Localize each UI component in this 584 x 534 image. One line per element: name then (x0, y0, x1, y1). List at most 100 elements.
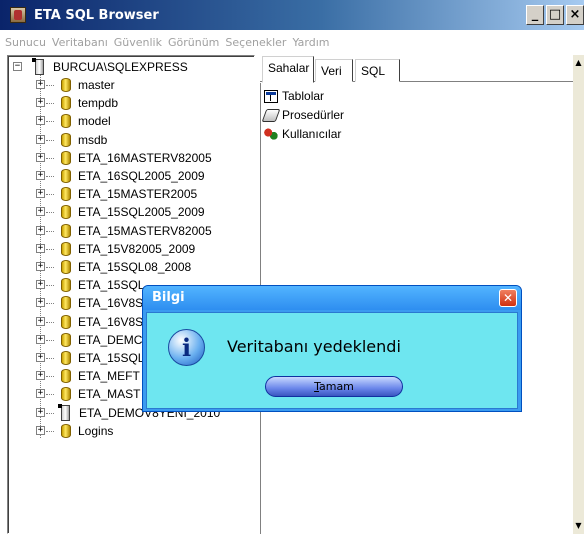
expand-icon[interactable]: + (36, 425, 45, 435)
tree-item[interactable]: + ETA_16V8S (33, 294, 143, 312)
tree-item-label: ETA_16V8S (78, 314, 144, 329)
database-icon (61, 278, 71, 293)
dialog-close-button[interactable]: ✕ (499, 289, 517, 307)
tree-item[interactable]: + ETA_15MASTERV82005 (33, 222, 212, 240)
expand-icon[interactable]: + (36, 171, 45, 180)
expand-icon[interactable]: + (36, 389, 45, 399)
server-icon (58, 403, 70, 421)
tree-item-label: Logins (78, 423, 114, 438)
maximize-button[interactable]: □ (546, 5, 564, 25)
tree-item-label: ETA_16V8S (78, 296, 144, 311)
database-icon (61, 187, 71, 202)
tree-item[interactable]: + msdb (33, 131, 107, 149)
pane-item-tablolar[interactable]: Tablolar (264, 87, 324, 105)
tree-item-label: msdb (78, 132, 108, 147)
database-icon (61, 114, 71, 129)
tree-item[interactable]: + ETA_MEFT (33, 367, 140, 385)
tree-root-label: BURCUA\SQLEXPRESS (53, 60, 188, 74)
tree-item[interactable]: + ETA_16SQL2005_2009 (33, 167, 205, 185)
pane-item-prosedurler[interactable]: Prosedürler (261, 106, 345, 124)
pane-item-label: Kullanıcılar (282, 127, 342, 141)
tree-item[interactable]: + model (33, 112, 111, 130)
expand-icon[interactable]: + (36, 243, 45, 253)
tree-item[interactable]: + ETA_15SQL (33, 276, 144, 294)
pane-item-kullanicilar[interactable]: Kullanıcılar (264, 125, 341, 143)
database-icon (61, 223, 71, 238)
tree-item-label: ETA_15SQL2005_2009 (78, 205, 205, 220)
tree-item-label: ETA_15SQL08_2008 (78, 260, 192, 274)
database-icon (61, 296, 71, 311)
menu-yardim[interactable]: Yardım (291, 36, 334, 49)
minimize-button[interactable]: _ (526, 5, 544, 25)
expand-icon[interactable]: + (36, 371, 45, 381)
tree-item[interactable]: + ETA_DEMC (33, 331, 142, 349)
expand-icon[interactable]: + (36, 316, 45, 326)
tree-item[interactable]: + ETA_15SQL08_2008 (33, 258, 191, 276)
dialog-title: Bilgi (152, 290, 185, 305)
expand-icon[interactable]: + (36, 116, 45, 126)
pane-item-label: Tablolar (282, 89, 325, 103)
tree-item[interactable]: + ETA_16V8S (33, 313, 143, 331)
tree-item-label: model (78, 114, 111, 129)
menu-secenekler[interactable]: Seçenekler (224, 36, 291, 49)
expand-icon[interactable]: + (36, 334, 45, 344)
expand-icon[interactable]: + (36, 189, 45, 199)
expand-icon[interactable]: + (36, 262, 45, 271)
expand-icon[interactable]: + (36, 134, 45, 144)
expand-icon[interactable]: + (36, 207, 45, 217)
tree-item[interactable]: + ETA_15V82005_2009 (33, 240, 195, 258)
scroll-up-icon[interactable]: ▲ (573, 55, 584, 71)
tree-item-label: ETA_16MASTERV82005 (78, 150, 212, 165)
tree-item[interactable]: + tempdb (33, 94, 118, 112)
tree-item[interactable]: + ETA_16MASTERV82005 (33, 149, 212, 167)
window-title: ETA SQL Browser (34, 7, 159, 23)
expand-icon[interactable]: + (36, 298, 45, 308)
menu-guvenlik[interactable]: Güvenlik (113, 36, 167, 49)
tree-item[interactable]: + ETA_15SQL2005_2009 (33, 203, 205, 221)
tree-root-server[interactable]: − BURCUA\SQLEXPRESS (13, 58, 188, 76)
window-title-bar[interactable]: ETA SQL Browser _ □ × (0, 0, 584, 30)
expand-icon[interactable]: + (36, 98, 45, 108)
pane-item-label: Prosedürler (282, 108, 345, 122)
collapse-icon[interactable]: − (13, 62, 22, 71)
database-icon (61, 260, 71, 274)
scroll-down-icon[interactable]: ▼ (573, 518, 584, 534)
database-icon (61, 314, 71, 329)
ok-button[interactable]: Tamam (265, 376, 403, 397)
tree-item[interactable]: + ETA_15MASTER2005 (33, 185, 197, 203)
tab-sql[interactable]: SQL (355, 59, 400, 82)
expand-icon[interactable]: + (36, 152, 45, 162)
tree-item[interactable]: + Logins (33, 422, 113, 440)
vertical-scrollbar[interactable]: ▲ ▼ (573, 55, 584, 534)
dialog-message: Veritabanı yedeklendi (227, 337, 401, 356)
database-icon (61, 78, 71, 92)
menu-sunucu[interactable]: Sunucu (4, 36, 51, 49)
tree-item-label: ETA_15MASTER2005 (78, 187, 198, 202)
database-icon (61, 387, 71, 402)
dialog-title-bar[interactable]: Bilgi ✕ (143, 286, 521, 310)
expand-icon[interactable]: + (36, 80, 45, 89)
tree-item-label: master (78, 78, 115, 92)
database-icon (61, 351, 71, 365)
procedure-icon (261, 108, 281, 122)
tab-veri[interactable]: Veri (315, 59, 353, 82)
table-icon (264, 89, 278, 103)
expand-icon[interactable]: + (36, 353, 45, 362)
tree-item-label: ETA_16SQL2005_2009 (78, 169, 205, 183)
database-icon (61, 369, 71, 384)
close-window-button[interactable]: × (566, 5, 584, 25)
database-icon (61, 205, 71, 220)
tab-sahalar[interactable]: Sahalar (262, 56, 314, 83)
server-icon (32, 58, 44, 75)
tree-item[interactable]: + ETA_MAST (33, 385, 140, 403)
expand-icon[interactable]: + (36, 407, 45, 417)
database-icon (61, 132, 71, 147)
expand-icon[interactable]: + (36, 280, 45, 290)
menu-gorunum[interactable]: Görünüm (167, 36, 224, 49)
tree-item[interactable]: + ETA_15SQL (33, 349, 144, 367)
tree-item[interactable]: + master (33, 76, 115, 94)
expand-icon[interactable]: + (36, 225, 45, 235)
database-icon (61, 169, 71, 183)
tree-item-label: ETA_MEFT (78, 369, 140, 384)
menu-veritabani[interactable]: Veritabanı (51, 36, 113, 49)
